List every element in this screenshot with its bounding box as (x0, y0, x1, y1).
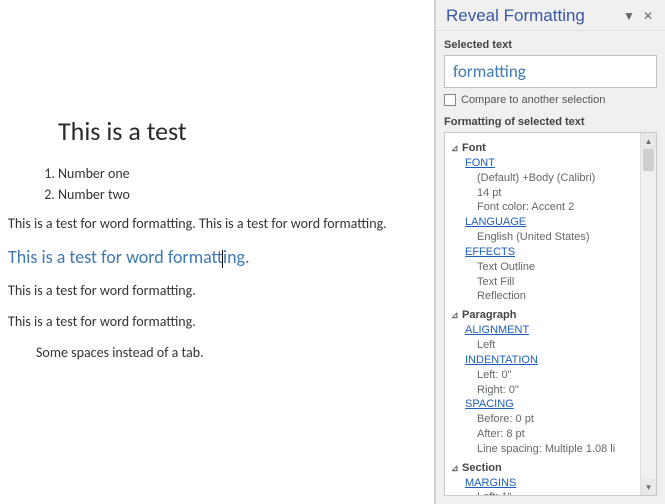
link-alignment[interactable]: ALIGNMENT (465, 323, 638, 338)
list-item[interactable]: Number one (58, 165, 426, 182)
link-font[interactable]: FONT (465, 156, 638, 171)
value: 14 pt (477, 186, 638, 201)
document-canvas[interactable]: This is a test Number one Number two Thi… (0, 0, 435, 504)
paragraph[interactable]: This is a test for word formatting. (8, 313, 426, 330)
compare-checkbox[interactable] (444, 94, 456, 106)
value: Line spacing: Multiple 1.08 li (477, 442, 638, 457)
value: Font color: Accent 2 (477, 200, 638, 215)
pane-body: Selected text formatting Compare to anot… (436, 31, 665, 504)
group-heading-font[interactable]: ⊿Font (451, 142, 486, 154)
link-margins[interactable]: MARGINS (465, 476, 638, 491)
link-language[interactable]: LANGUAGE (465, 215, 638, 230)
doc-title[interactable]: This is a test (58, 115, 426, 147)
compare-label: Compare to another selection (461, 94, 605, 106)
scroll-track[interactable] (641, 149, 656, 479)
formatting-label: Formatting of selected text (444, 116, 657, 128)
expand-icon[interactable]: ⊿ (451, 462, 460, 474)
pane-menu-dropdown-icon[interactable]: ▼ (619, 9, 639, 23)
scroll-down-icon[interactable]: ▾ (641, 479, 656, 495)
expand-icon[interactable]: ⊿ (451, 309, 460, 321)
link-effects[interactable]: EFFECTS (465, 245, 638, 260)
group-heading-paragraph[interactable]: ⊿Paragraph (451, 309, 516, 321)
scroll-up-icon[interactable]: ▴ (641, 133, 656, 149)
numbered-list[interactable]: Number one Number two (36, 165, 426, 203)
styled-text-post[interactable]: ing. (223, 246, 250, 268)
paragraph[interactable]: This is a test for word formatting. This… (8, 215, 426, 232)
value: Left: 0" (477, 368, 638, 383)
compare-row[interactable]: Compare to another selection (444, 94, 657, 106)
value: English (United States) (477, 230, 638, 245)
scroll-thumb[interactable] (643, 149, 654, 171)
list-item[interactable]: Number two (58, 186, 426, 203)
paragraph-indented[interactable]: Some spaces instead of a tab. (36, 344, 426, 361)
styled-text-pre[interactable]: This is a test for word formatt (8, 246, 223, 268)
selected-text-label: Selected text (444, 39, 657, 51)
link-spacing[interactable]: SPACING (465, 397, 638, 412)
value: Text Fill (477, 275, 638, 290)
close-icon[interactable]: ✕ (639, 9, 657, 23)
value: (Default) +Body (Calibri) (477, 171, 638, 186)
paragraph[interactable]: This is a test for word formatting. (8, 282, 426, 299)
value: After: 8 pt (477, 427, 638, 442)
value: Right: 0" (477, 383, 638, 398)
scrollbar[interactable]: ▴ ▾ (640, 133, 656, 495)
value: Left (477, 338, 638, 353)
value: Before: 0 pt (477, 412, 638, 427)
reveal-formatting-pane: Reveal Formatting ▼ ✕ Selected text form… (435, 0, 665, 504)
selected-text-preview[interactable]: formatting (444, 55, 657, 88)
group-font: ⊿Font FONT (Default) +Body (Calibri) 14 … (451, 141, 638, 304)
value: Reflection (477, 289, 638, 304)
group-heading-section[interactable]: ⊿Section (451, 462, 502, 474)
group-section: ⊿Section MARGINS Left: 1" (451, 461, 638, 495)
value: Left: 1" (477, 490, 638, 495)
expand-icon[interactable]: ⊿ (451, 142, 460, 154)
styled-paragraph[interactable]: This is a test for word formatting. (8, 246, 426, 268)
pane-title: Reveal Formatting (446, 6, 619, 26)
group-paragraph: ⊿Paragraph ALIGNMENT Left INDENTATION Le… (451, 308, 638, 456)
pane-header: Reveal Formatting ▼ ✕ (436, 0, 665, 31)
formatting-tree[interactable]: ⊿Font FONT (Default) +Body (Calibri) 14 … (445, 133, 640, 495)
value: Text Outline (477, 260, 638, 275)
formatting-tree-container: ⊿Font FONT (Default) +Body (Calibri) 14 … (444, 132, 657, 496)
link-indentation[interactable]: INDENTATION (465, 353, 638, 368)
